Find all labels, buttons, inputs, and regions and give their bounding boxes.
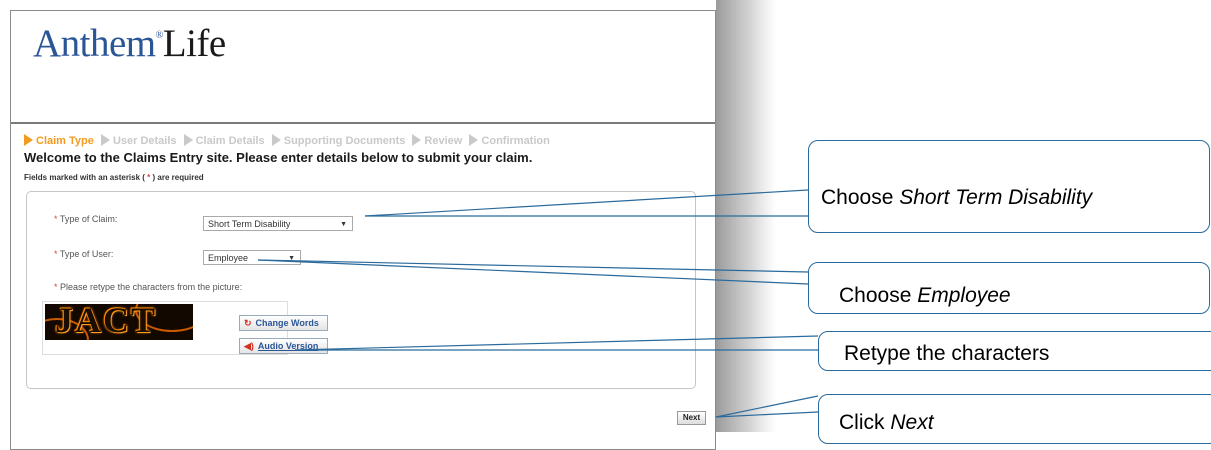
callout-leader-lines — [257, 189, 819, 418]
